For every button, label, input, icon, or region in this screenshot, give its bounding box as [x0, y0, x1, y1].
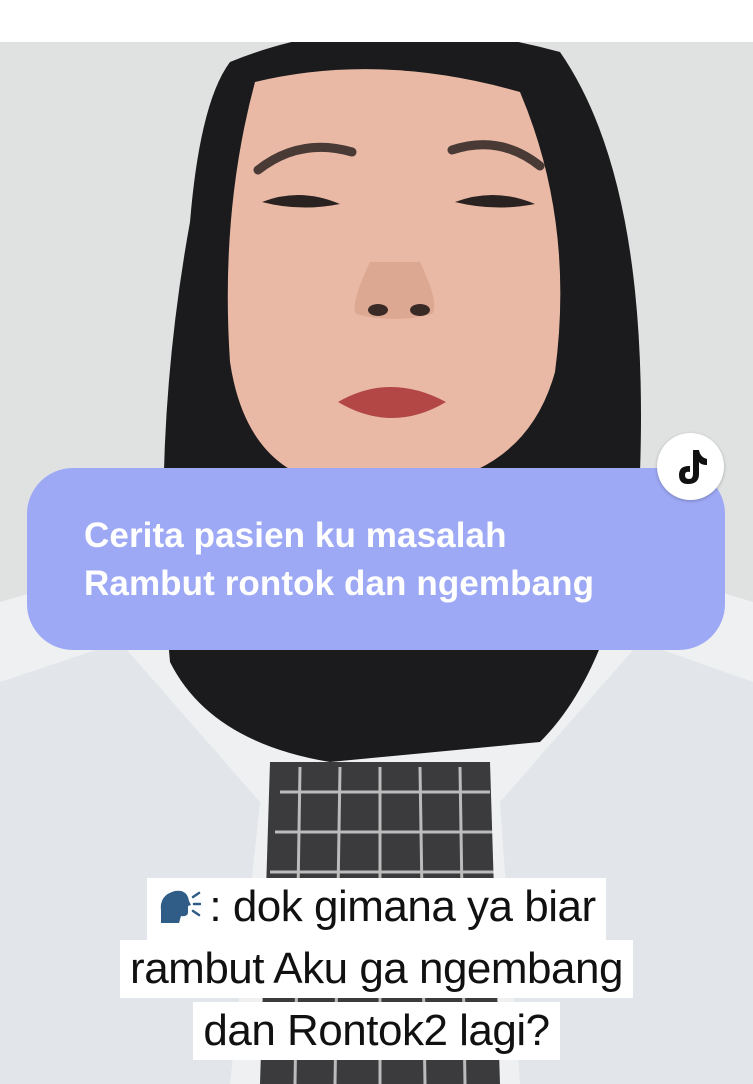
caption-line-1: Cerita pasien ku masalah	[84, 516, 507, 555]
top-bar	[0, 0, 753, 42]
subtitle-line-2: rambut Aku ga ngembang	[120, 940, 633, 998]
subtitle-line-1-container: : dok gimana ya biar	[147, 878, 606, 942]
subtitle-block: : dok gimana ya biar rambut Aku ga ngemb…	[0, 878, 753, 1064]
tiktok-note-icon	[679, 450, 707, 484]
subtitle-line-1: : dok gimana ya biar	[209, 882, 596, 931]
caption-box: Cerita pasien ku masalah Rambut rontok d…	[27, 468, 725, 650]
caption-line-2: Rambut rontok dan ngembang	[84, 564, 595, 603]
tiktok-logo-icon	[657, 433, 724, 500]
subtitle-line-3: dan Rontok2 lagi?	[193, 1002, 560, 1060]
speaking-head-icon	[157, 884, 202, 942]
